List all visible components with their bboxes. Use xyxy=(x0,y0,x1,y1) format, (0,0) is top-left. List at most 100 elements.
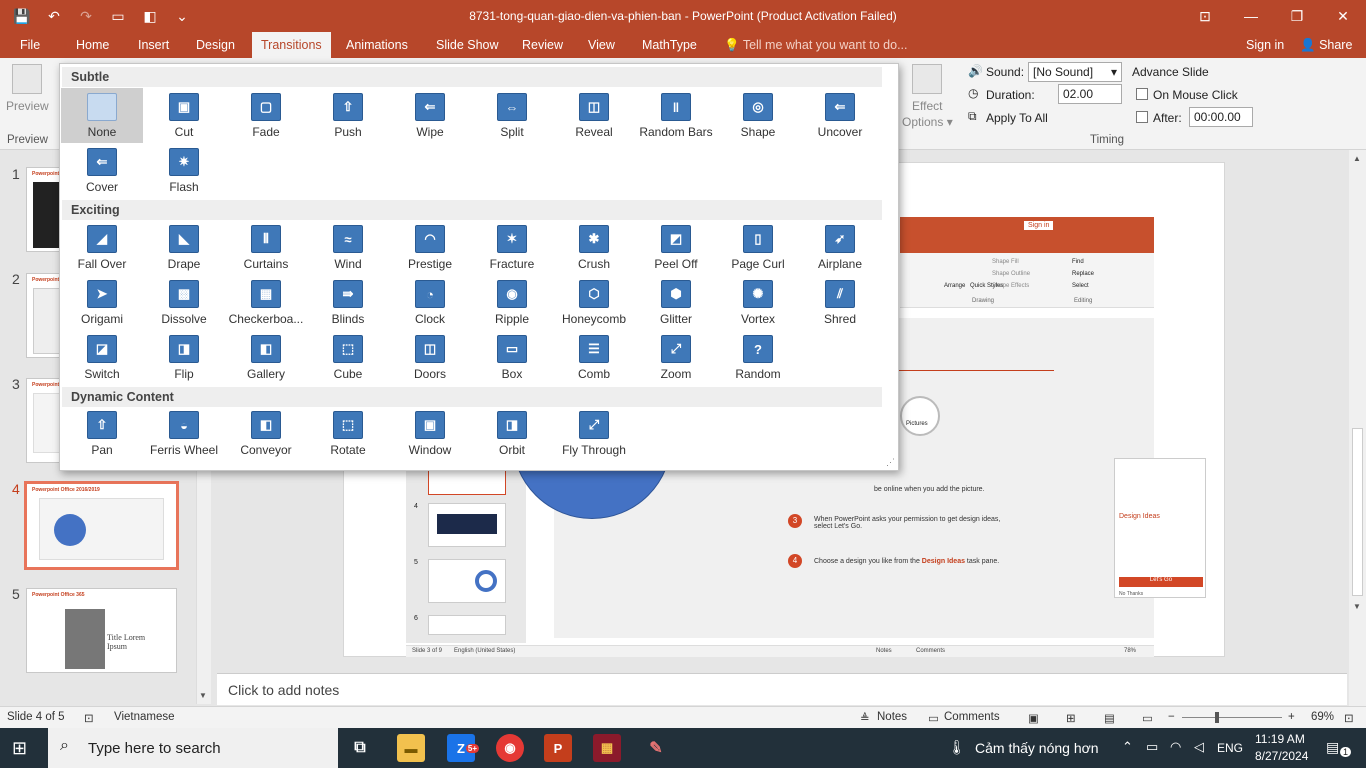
language-indicator[interactable]: Vietnamese xyxy=(114,711,175,723)
scroll-down-icon[interactable]: ▼ xyxy=(199,691,207,700)
transition-wind[interactable]: ≈ Wind xyxy=(307,220,389,275)
fit-slide-icon[interactable]: ⊡ xyxy=(1344,711,1354,725)
transition-ferris-wheel[interactable]: ◒ Ferris Wheel xyxy=(143,406,225,461)
canvas-scrollbar[interactable]: ▲ ▼ xyxy=(1349,150,1366,706)
transition-rotate[interactable]: ⬚ Rotate xyxy=(307,406,389,461)
normal-view-icon[interactable]: ▣ xyxy=(1028,711,1039,725)
tab-design[interactable]: Design xyxy=(196,38,235,52)
effect-options-label-1[interactable]: Effect xyxy=(912,99,942,113)
transition-vortex[interactable]: ✺ Vortex xyxy=(717,275,799,330)
transition-checkerboa[interactable]: ▦ Checkerboa... xyxy=(225,275,307,330)
weather-text[interactable]: Cảm thấy nóng hơn xyxy=(975,740,1099,756)
transition-peel-off[interactable]: ◩ Peel Off xyxy=(635,220,717,275)
transition-crush[interactable]: ✱ Crush xyxy=(553,220,635,275)
transition-page-curl[interactable]: ▯ Page Curl xyxy=(717,220,799,275)
sign-in-link[interactable]: Sign in xyxy=(1246,38,1284,52)
transition-random[interactable]: ? Random xyxy=(717,330,799,385)
transition-uncover[interactable]: ⇐ Uncover xyxy=(799,88,881,143)
transition-airplane[interactable]: ➶ Airplane xyxy=(799,220,881,275)
transition-fracture[interactable]: ✶ Fracture xyxy=(471,220,553,275)
powerpoint-icon[interactable]: P xyxy=(544,734,572,762)
transition-gallery[interactable]: ◧ Gallery xyxy=(225,330,307,385)
tab-file[interactable]: File xyxy=(20,38,40,52)
transition-prestige[interactable]: ◠ Prestige xyxy=(389,220,471,275)
transition-zoom[interactable]: ⤢ Zoom xyxy=(635,330,717,385)
volume-icon[interactable]: ◁ xyxy=(1194,739,1204,755)
transition-orbit[interactable]: ◨ Orbit xyxy=(471,406,553,461)
transition-glitter[interactable]: ⬢ Glitter xyxy=(635,275,717,330)
transition-cover[interactable]: ⇐ Cover xyxy=(61,143,143,198)
transition-switch[interactable]: ◪ Switch xyxy=(61,330,143,385)
tab-animations[interactable]: Animations xyxy=(346,38,408,52)
transition-comb[interactable]: ☰ Comb xyxy=(553,330,635,385)
transition-none[interactable]: None xyxy=(61,88,143,143)
transition-curtains[interactable]: ⫴ Curtains xyxy=(225,220,307,275)
zoom-level[interactable]: 69% xyxy=(1311,711,1334,723)
transitions-gallery[interactable]: Subtle None ▣ Cut ▢ Fade ⇧ Push ⇐ Wipe ⇔ Split ◫ Reve… xyxy=(59,63,899,471)
scroll-up-icon[interactable]: ▲ xyxy=(1353,154,1361,163)
tab-home[interactable]: Home xyxy=(76,38,109,52)
maximize-button[interactable]: ❐ xyxy=(1274,0,1320,32)
transition-fade[interactable]: ▢ Fade xyxy=(225,88,307,143)
transition-drape[interactable]: ◣ Drape xyxy=(143,220,225,275)
transition-fly-through[interactable]: ⤢ Fly Through xyxy=(553,406,635,461)
transition-ripple[interactable]: ◉ Ripple xyxy=(471,275,553,330)
zoom-in-icon[interactable]: + xyxy=(1288,711,1295,723)
share-button[interactable]: 👤 Share xyxy=(1300,38,1352,53)
effect-options-label-2[interactable]: Options ▾ xyxy=(902,115,953,129)
transition-conveyor[interactable]: ◧ Conveyor xyxy=(225,406,307,461)
transition-doors[interactable]: ◫ Doors xyxy=(389,330,471,385)
paint-icon[interactable]: ✎ xyxy=(642,734,670,762)
chevron-up-icon[interactable]: ⌃ xyxy=(1122,739,1133,755)
transition-pan[interactable]: ⇧ Pan xyxy=(61,406,143,461)
language-tray[interactable]: ENG xyxy=(1217,741,1243,755)
preview-icon[interactable] xyxy=(12,64,42,94)
after-spinner[interactable]: 00:00.00 xyxy=(1189,107,1253,127)
preview-button-label[interactable]: Preview xyxy=(6,99,49,113)
transition-split[interactable]: ⇔ Split xyxy=(471,88,553,143)
tab-insert[interactable]: Insert xyxy=(138,38,169,52)
transition-window[interactable]: ▣ Window xyxy=(389,406,471,461)
slide-sorter-icon[interactable]: ⊞ xyxy=(1066,711,1076,725)
transition-reveal[interactable]: ◫ Reveal xyxy=(553,88,635,143)
transition-origami[interactable]: ➤ Origami xyxy=(61,275,143,330)
tab-transitions[interactable]: Transitions xyxy=(252,32,331,58)
chrome-icon[interactable]: ◉ xyxy=(496,734,524,762)
notification-icon[interactable]: ▤ xyxy=(1326,739,1339,756)
transition-clock[interactable]: ◔ Clock xyxy=(389,275,471,330)
clock-date[interactable]: 8/27/2024 xyxy=(1255,749,1308,763)
notes-pane[interactable]: Click to add notes xyxy=(217,673,1347,705)
transition-shred[interactable]: ⫽ Shred xyxy=(799,275,881,330)
transition-honeycomb[interactable]: ⬡ Honeycomb xyxy=(553,275,635,330)
tab-slide-show[interactable]: Slide Show xyxy=(436,38,499,52)
apply-to-all-button[interactable]: Apply To All xyxy=(986,111,1048,125)
sound-select[interactable]: [No Sound] ▾ xyxy=(1028,62,1122,82)
tab-mathtype[interactable]: MathType xyxy=(642,38,697,52)
slide-thumbnail-5[interactable]: Powerpoint Office 365 Title Lorem Ipsum xyxy=(26,588,177,673)
transition-blinds[interactable]: ⇛ Blinds xyxy=(307,275,389,330)
close-button[interactable]: ✕ xyxy=(1320,0,1366,32)
file-explorer-icon[interactable]: ▬ xyxy=(397,734,425,762)
zalo-icon[interactable]: Z 5+ xyxy=(447,734,479,762)
transition-dissolve[interactable]: ▩ Dissolve xyxy=(143,275,225,330)
scroll-thumb[interactable] xyxy=(1352,428,1363,596)
slide-thumbnail-4[interactable]: Powerpoint Office 2016/2019 xyxy=(24,481,179,570)
windows-start-icon[interactable]: ⊞ xyxy=(12,738,27,759)
scroll-down-icon[interactable]: ▼ xyxy=(1353,602,1361,611)
transition-box[interactable]: ▭ Box xyxy=(471,330,553,385)
transition-fall-over[interactable]: ◢ Fall Over xyxy=(61,220,143,275)
effect-options-icon[interactable] xyxy=(912,64,942,94)
transition-flip[interactable]: ◨ Flip xyxy=(143,330,225,385)
zoom-slider[interactable] xyxy=(1182,717,1282,718)
tell-me-search[interactable]: 💡 Tell me what you want to do... xyxy=(724,38,908,53)
tab-review[interactable]: Review xyxy=(522,38,563,52)
spell-check-icon[interactable]: ⊡ xyxy=(84,711,94,725)
notes-button[interactable]: Notes xyxy=(877,711,907,723)
duration-spinner[interactable]: 02.00 xyxy=(1058,84,1122,104)
wifi-icon[interactable]: ◠ xyxy=(1170,739,1181,755)
battery-icon[interactable]: ▭ xyxy=(1146,739,1158,755)
transition-shape[interactable]: ◎ Shape xyxy=(717,88,799,143)
zoom-out-icon[interactable]: − xyxy=(1168,711,1175,723)
transition-wipe[interactable]: ⇐ Wipe xyxy=(389,88,471,143)
tab-view[interactable]: View xyxy=(588,38,615,52)
